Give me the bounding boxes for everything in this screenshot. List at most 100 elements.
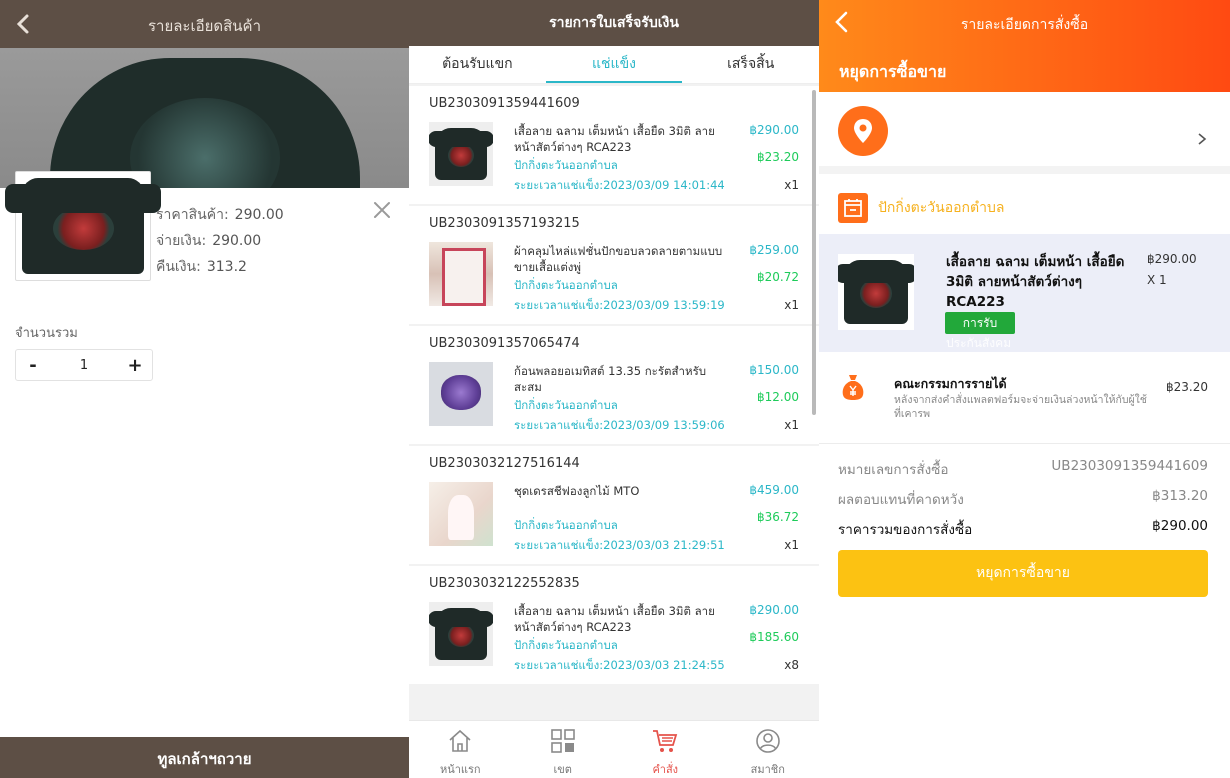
shop-name: ปักกิ่งตะวันออกตำบล <box>514 278 618 292</box>
product-quantity: x1 <box>784 298 799 312</box>
nav-home-label: หน้าแรก <box>439 763 481 776</box>
page-title: รายละเอียดการสั่งซื้อ <box>960 17 1089 33</box>
order-row[interactable]: UB2303091357193215 ผ้าคลุมไหล่แฟชั่นปักขอ… <box>409 206 819 324</box>
shop-name: ปักกิ่งตะวันออกตำบล <box>514 158 618 172</box>
product-name: ก้อนพลอยอเมทิสต์ 13.35 กะรัตสำหรับสะสม <box>514 364 707 394</box>
price-value: 290.00 <box>234 207 284 223</box>
page-title: รายการใบเสร็จรับเงิน <box>409 0 819 46</box>
nav-orders[interactable]: คำสั่ง <box>614 721 717 778</box>
order-number-row: หมายเลขการสั่งซื้อ UB2303091359441609 <box>838 458 1208 488</box>
commission-value: ฿23.20 <box>1166 380 1208 394</box>
product-price: ฿290.00 <box>749 123 799 137</box>
location-pin-icon <box>838 106 888 156</box>
product-name: เสื้อลาย ฉลาม เต็มหน้า เสื้อยืด 3มิติ ลา… <box>514 124 715 154</box>
nav-member-label: สมาชิก <box>750 763 785 776</box>
product-image <box>429 482 493 546</box>
order-row[interactable]: UB2303091359441609 เสื้อลาย ฉลาม เต็มหน้า… <box>409 86 819 204</box>
expected-return-row: ผลตอบแทนที่คาดหวัง ฿313.20 <box>838 488 1208 518</box>
product-image <box>429 242 493 306</box>
order-row[interactable]: UB2303032127516144 ชุดเดรสชีฟองลูกไม้ MTO… <box>409 446 819 564</box>
address-row[interactable] <box>819 92 1230 174</box>
nav-home[interactable]: หน้าแรก <box>409 721 512 778</box>
product-name: เสื้อลาย ฉลาม เต็มหน้า เสื้อยืด 3มิติ ลา… <box>946 254 1125 310</box>
order-number-value: UB2303091359441609 <box>1051 458 1208 474</box>
price-label: ราคาสินค้า: <box>156 207 229 223</box>
chevron-right-icon <box>1198 133 1207 145</box>
shop-name: ปักกิ่งตะวันออกตำบล <box>514 638 618 652</box>
nav-orders-label: คำสั่ง <box>652 763 679 776</box>
price-summary: ราคาสินค้า: 290.00 จ่ายเงิน: 290.00 คืนเงิ… <box>156 202 284 280</box>
product-price: ฿290.00 <box>749 603 799 617</box>
order-number-label: หมายเลขการสั่งซื้อ <box>838 462 949 478</box>
product-name: ชุดเดรสชีฟองลูกไม้ MTO <box>514 484 640 498</box>
commission-value: ฿12.00 <box>757 390 799 404</box>
product-price: ฿290.00 <box>1147 252 1197 266</box>
insurance-label: ประกันสังคม <box>946 336 1012 350</box>
status-title: หยุดการซื้อขาย <box>839 62 947 81</box>
product-quantity: x8 <box>784 658 799 672</box>
order-id: UB2303091357065474 <box>429 336 580 351</box>
money-bag-icon <box>842 375 864 400</box>
shop-name: ปักกิ่งตะวันออกตำบล <box>514 518 618 532</box>
pay-label: จ่ายเงิน: <box>156 233 207 249</box>
tab-frozen[interactable]: แช่แข็ง <box>545 46 683 83</box>
order-total-row: ราคารวมของการสั่งซื้อ ฿290.00 <box>838 518 1208 548</box>
tab-completed[interactable]: เสร็จสิ้น <box>682 46 819 83</box>
order-row[interactable]: UB2303091357065474 ก้อนพลอยอเมทิสต์ 13.35… <box>409 326 819 444</box>
expected-return-value: ฿313.20 <box>1152 488 1208 504</box>
stop-trading-button[interactable]: หยุดการซื้อขาย <box>838 550 1208 597</box>
received-badge: การรับ <box>945 312 1015 334</box>
product-thumbnail <box>4 171 162 281</box>
commission-value: ฿23.20 <box>757 150 799 164</box>
order-list-panel: รายการใบเสร็จรับเงิน ต้อนรับแขก แช่แข็ง … <box>409 0 819 778</box>
product-price: ฿259.00 <box>749 243 799 257</box>
decrement-button[interactable]: - <box>16 355 50 376</box>
shop-row: ปักกิ่งตะวันออกตำบล <box>838 192 1004 224</box>
order-product: เสื้อลาย ฉลาม เต็มหน้า เสื้อยืด 3มิติ ลา… <box>819 234 1230 352</box>
product-price: ฿150.00 <box>749 363 799 377</box>
nav-zone[interactable]: เขต <box>512 721 615 778</box>
quantity-value[interactable]: 1 <box>50 358 118 373</box>
product-hero-image <box>0 48 409 188</box>
tab-pending[interactable]: ต้อนรับแขก <box>409 46 546 83</box>
frozen-time: ระยะเวลาแช่แข็ง:2023/03/09 14:01:44 <box>514 178 725 192</box>
user-icon <box>755 729 780 753</box>
product-image <box>838 254 914 330</box>
shop-name: ปักกิ่งตะวันออกตำบล <box>878 200 1005 216</box>
refund-value: 313.2 <box>206 259 247 275</box>
header-bar: รายละเอียดการสั่งซื้อ หยุดการซื้อขาย <box>819 0 1230 92</box>
increment-button[interactable]: + <box>118 355 152 376</box>
close-icon[interactable] <box>372 200 392 220</box>
scrollbar[interactable] <box>812 90 816 415</box>
shop-name: ปักกิ่งตะวันออกตำบล <box>514 398 618 412</box>
order-id: UB2303032122552835 <box>429 576 580 591</box>
home-icon <box>449 729 471 752</box>
product-quantity: x1 <box>784 418 799 432</box>
order-detail-panel: รายละเอียดการสั่งซื้อ หยุดการซื้อขาย ปัก… <box>819 0 1230 778</box>
order-summary: หมายเลขการสั่งซื้อ UB2303091359441609 ผล… <box>838 458 1208 548</box>
commission-value: ฿36.72 <box>757 510 799 524</box>
bottom-navigation: หน้าแรก เขต คำสั่ง สมาชิก <box>409 720 819 778</box>
commission-row: คณะกรรมการรายได้ หลังจากส่งคำสั่งแพลตฟอร… <box>819 352 1230 444</box>
product-name: เสื้อลาย ฉลาม เต็มหน้า เสื้อยืด 3มิติ ลา… <box>514 604 715 634</box>
grid-icon <box>550 729 575 753</box>
nav-member[interactable]: สมาชิก <box>717 721 820 778</box>
order-id: UB2303091359441609 <box>429 96 580 111</box>
commission-title: คณะกรรมการรายได้ <box>894 376 1007 391</box>
order-row[interactable]: UB2303032122552835 เสื้อลาย ฉลาม เต็มหน้า… <box>409 566 819 684</box>
frozen-time: ระยะเวลาแช่แข็ง:2023/03/09 13:59:19 <box>514 298 725 312</box>
quantity-stepper: - 1 + <box>15 349 153 381</box>
product-detail-panel: รายละเอียดสินค้า ราคาสินค้า: 290.00 จ่ายเ… <box>0 0 409 778</box>
pay-value: 290.00 <box>212 233 262 249</box>
cart-icon <box>653 730 678 752</box>
refund-label: คืนเงิน: <box>156 259 201 275</box>
product-price: ฿459.00 <box>749 483 799 497</box>
nav-zone-label: เขต <box>553 763 572 776</box>
quantity-label: จำนวนรวม <box>15 326 78 341</box>
commission-value: ฿185.60 <box>749 630 799 644</box>
submit-button[interactable]: ทูลเกล้าฯถวาย <box>0 737 409 778</box>
product-quantity: x1 <box>784 178 799 192</box>
tab-bar: ต้อนรับแขก แช่แข็ง เสร็จสิ้น <box>409 46 819 84</box>
product-image <box>429 122 493 186</box>
order-total-value: ฿290.00 <box>1152 518 1208 534</box>
